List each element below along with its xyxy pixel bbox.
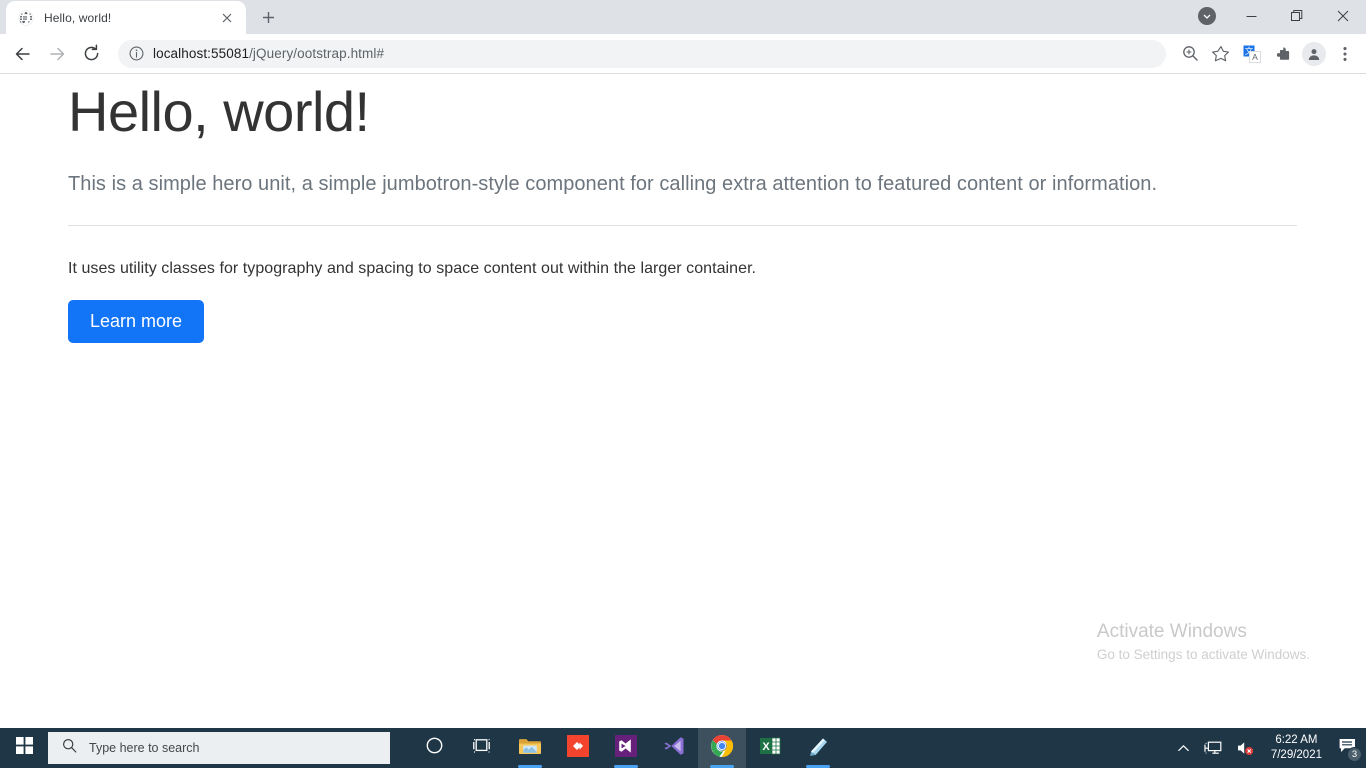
forward-button[interactable] xyxy=(40,37,74,71)
start-button[interactable] xyxy=(0,728,48,768)
three-dot-menu-icon[interactable] xyxy=(1330,39,1360,69)
tray-overflow-button[interactable] xyxy=(1170,728,1197,768)
info-circle-icon[interactable] xyxy=(124,42,148,66)
taskbar-app-excel[interactable]: X xyxy=(746,728,794,768)
taskbar-app-buttons: X xyxy=(410,728,842,768)
taskbar-app-visual-studio[interactable] xyxy=(602,728,650,768)
sticky-notes-icon xyxy=(807,735,830,762)
volume-button[interactable] xyxy=(1229,728,1261,768)
reload-icon xyxy=(84,44,98,61)
taskbar-app-file-explorer[interactable] xyxy=(506,728,554,768)
chevron-up-icon xyxy=(1178,744,1189,751)
back-button[interactable] xyxy=(6,37,40,71)
clock-date: 7/29/2021 xyxy=(1270,749,1322,761)
google-translate-icon[interactable]: 文 A xyxy=(1237,39,1267,69)
windows-logo-icon xyxy=(15,737,33,759)
watermark-subtitle: Go to Settings to activate Windows. xyxy=(1096,647,1310,662)
arrow-left-icon xyxy=(15,47,30,60)
jumbotron: Hello, world! This is a simple hero unit… xyxy=(0,84,1366,343)
horizontal-divider xyxy=(68,225,1297,226)
restore-icon xyxy=(1290,9,1302,21)
browser-window: Hello, world! localhost:55081/jQuery/oot… xyxy=(0,0,1366,728)
clock-time: 6:22 AM xyxy=(1275,734,1318,747)
minimize-button[interactable] xyxy=(1228,0,1274,32)
hero-body-text: It uses utility classes for typography a… xyxy=(68,260,757,277)
puzzle-piece-icon[interactable] xyxy=(1268,39,1298,69)
browser-toolbar: localhost:55081/jQuery/ootstrap.html# 文 … xyxy=(0,34,1366,74)
close-icon xyxy=(1337,10,1349,22)
network-status-button[interactable] xyxy=(1197,728,1229,768)
tab-list: Hello, world! xyxy=(0,0,246,34)
download-chevron-icon xyxy=(1198,7,1216,25)
network-monitor-icon xyxy=(1204,741,1222,754)
avatar xyxy=(1302,41,1326,66)
activate-windows-watermark: Activate Windows Go to Settings to activ… xyxy=(1097,621,1310,662)
person-avatar-icon[interactable] xyxy=(1299,39,1329,69)
chrome-icon xyxy=(710,734,734,763)
plus-icon xyxy=(262,11,274,23)
close-window-button[interactable] xyxy=(1320,0,1366,32)
page-title: Hello, world! xyxy=(68,80,370,143)
close-icon[interactable] xyxy=(218,9,236,27)
reload-button[interactable] xyxy=(74,37,108,71)
tab-strip: Hello, world! xyxy=(0,0,1366,34)
taskbar-app-cortana[interactable] xyxy=(410,728,458,768)
tab-title: Hello, world! xyxy=(44,10,112,25)
zoom-magnifier-icon[interactable] xyxy=(1175,39,1205,69)
globe-icon xyxy=(18,10,34,26)
hero-lead-text: This is a simple hero unit, a simple jum… xyxy=(68,173,1158,195)
system-tray: 6:22 AM 7/29/2021 3 xyxy=(1170,728,1366,768)
vs-code-icon xyxy=(663,735,685,762)
notification-count-badge: 3 xyxy=(1347,747,1362,762)
svg-text:X: X xyxy=(762,741,770,753)
url-host: localhost:55081 xyxy=(153,46,250,61)
taskbar-app-sticky-notes[interactable] xyxy=(794,728,842,768)
windows-taskbar: Type here to search X 6:22 AM 7/29/2021 … xyxy=(0,728,1366,768)
learn-more-button[interactable]: Learn more xyxy=(68,300,205,343)
visual-studio-icon xyxy=(615,734,637,762)
excel-icon: X xyxy=(759,735,781,762)
taskbar-app-google-chrome[interactable] xyxy=(698,728,746,768)
window-controls xyxy=(1186,0,1366,32)
action-center-button[interactable]: 3 xyxy=(1332,728,1362,768)
new-tab-button[interactable] xyxy=(254,3,282,31)
browser-tab[interactable]: Hello, world! xyxy=(6,1,246,34)
arrow-right-icon xyxy=(50,47,65,60)
minimize-icon xyxy=(1246,15,1256,17)
taskbar-app-resilio-sync[interactable] xyxy=(554,728,602,768)
taskbar-app-vs-code[interactable] xyxy=(650,728,698,768)
resilio-sync-icon xyxy=(567,734,589,762)
taskbar-app-task-view[interactable] xyxy=(458,728,506,768)
file-explorer-icon xyxy=(518,736,542,761)
cortana-circle-icon xyxy=(426,737,443,759)
maximize-restore-button[interactable] xyxy=(1274,0,1320,32)
task-view-icon xyxy=(472,737,492,759)
search-input[interactable]: Type here to search xyxy=(48,732,390,764)
page-viewport: Hello, world! This is a simple hero unit… xyxy=(0,74,1366,728)
address-bar-text: localhost:55081/jQuery/ootstrap.html# xyxy=(153,46,384,61)
search-icon xyxy=(62,738,77,758)
speaker-muted-icon xyxy=(1237,742,1254,755)
star-icon[interactable] xyxy=(1206,39,1236,69)
search-placeholder: Type here to search xyxy=(89,741,200,755)
address-bar[interactable]: localhost:55081/jQuery/ootstrap.html# xyxy=(118,39,1166,68)
clock[interactable]: 6:22 AM 7/29/2021 xyxy=(1261,728,1332,768)
download-indicator-button[interactable] xyxy=(1186,0,1228,32)
url-path: /jQuery/ootstrap.html# xyxy=(249,46,385,61)
svg-text:A: A xyxy=(1252,52,1258,62)
watermark-title: Activate Windows xyxy=(1096,621,1247,642)
